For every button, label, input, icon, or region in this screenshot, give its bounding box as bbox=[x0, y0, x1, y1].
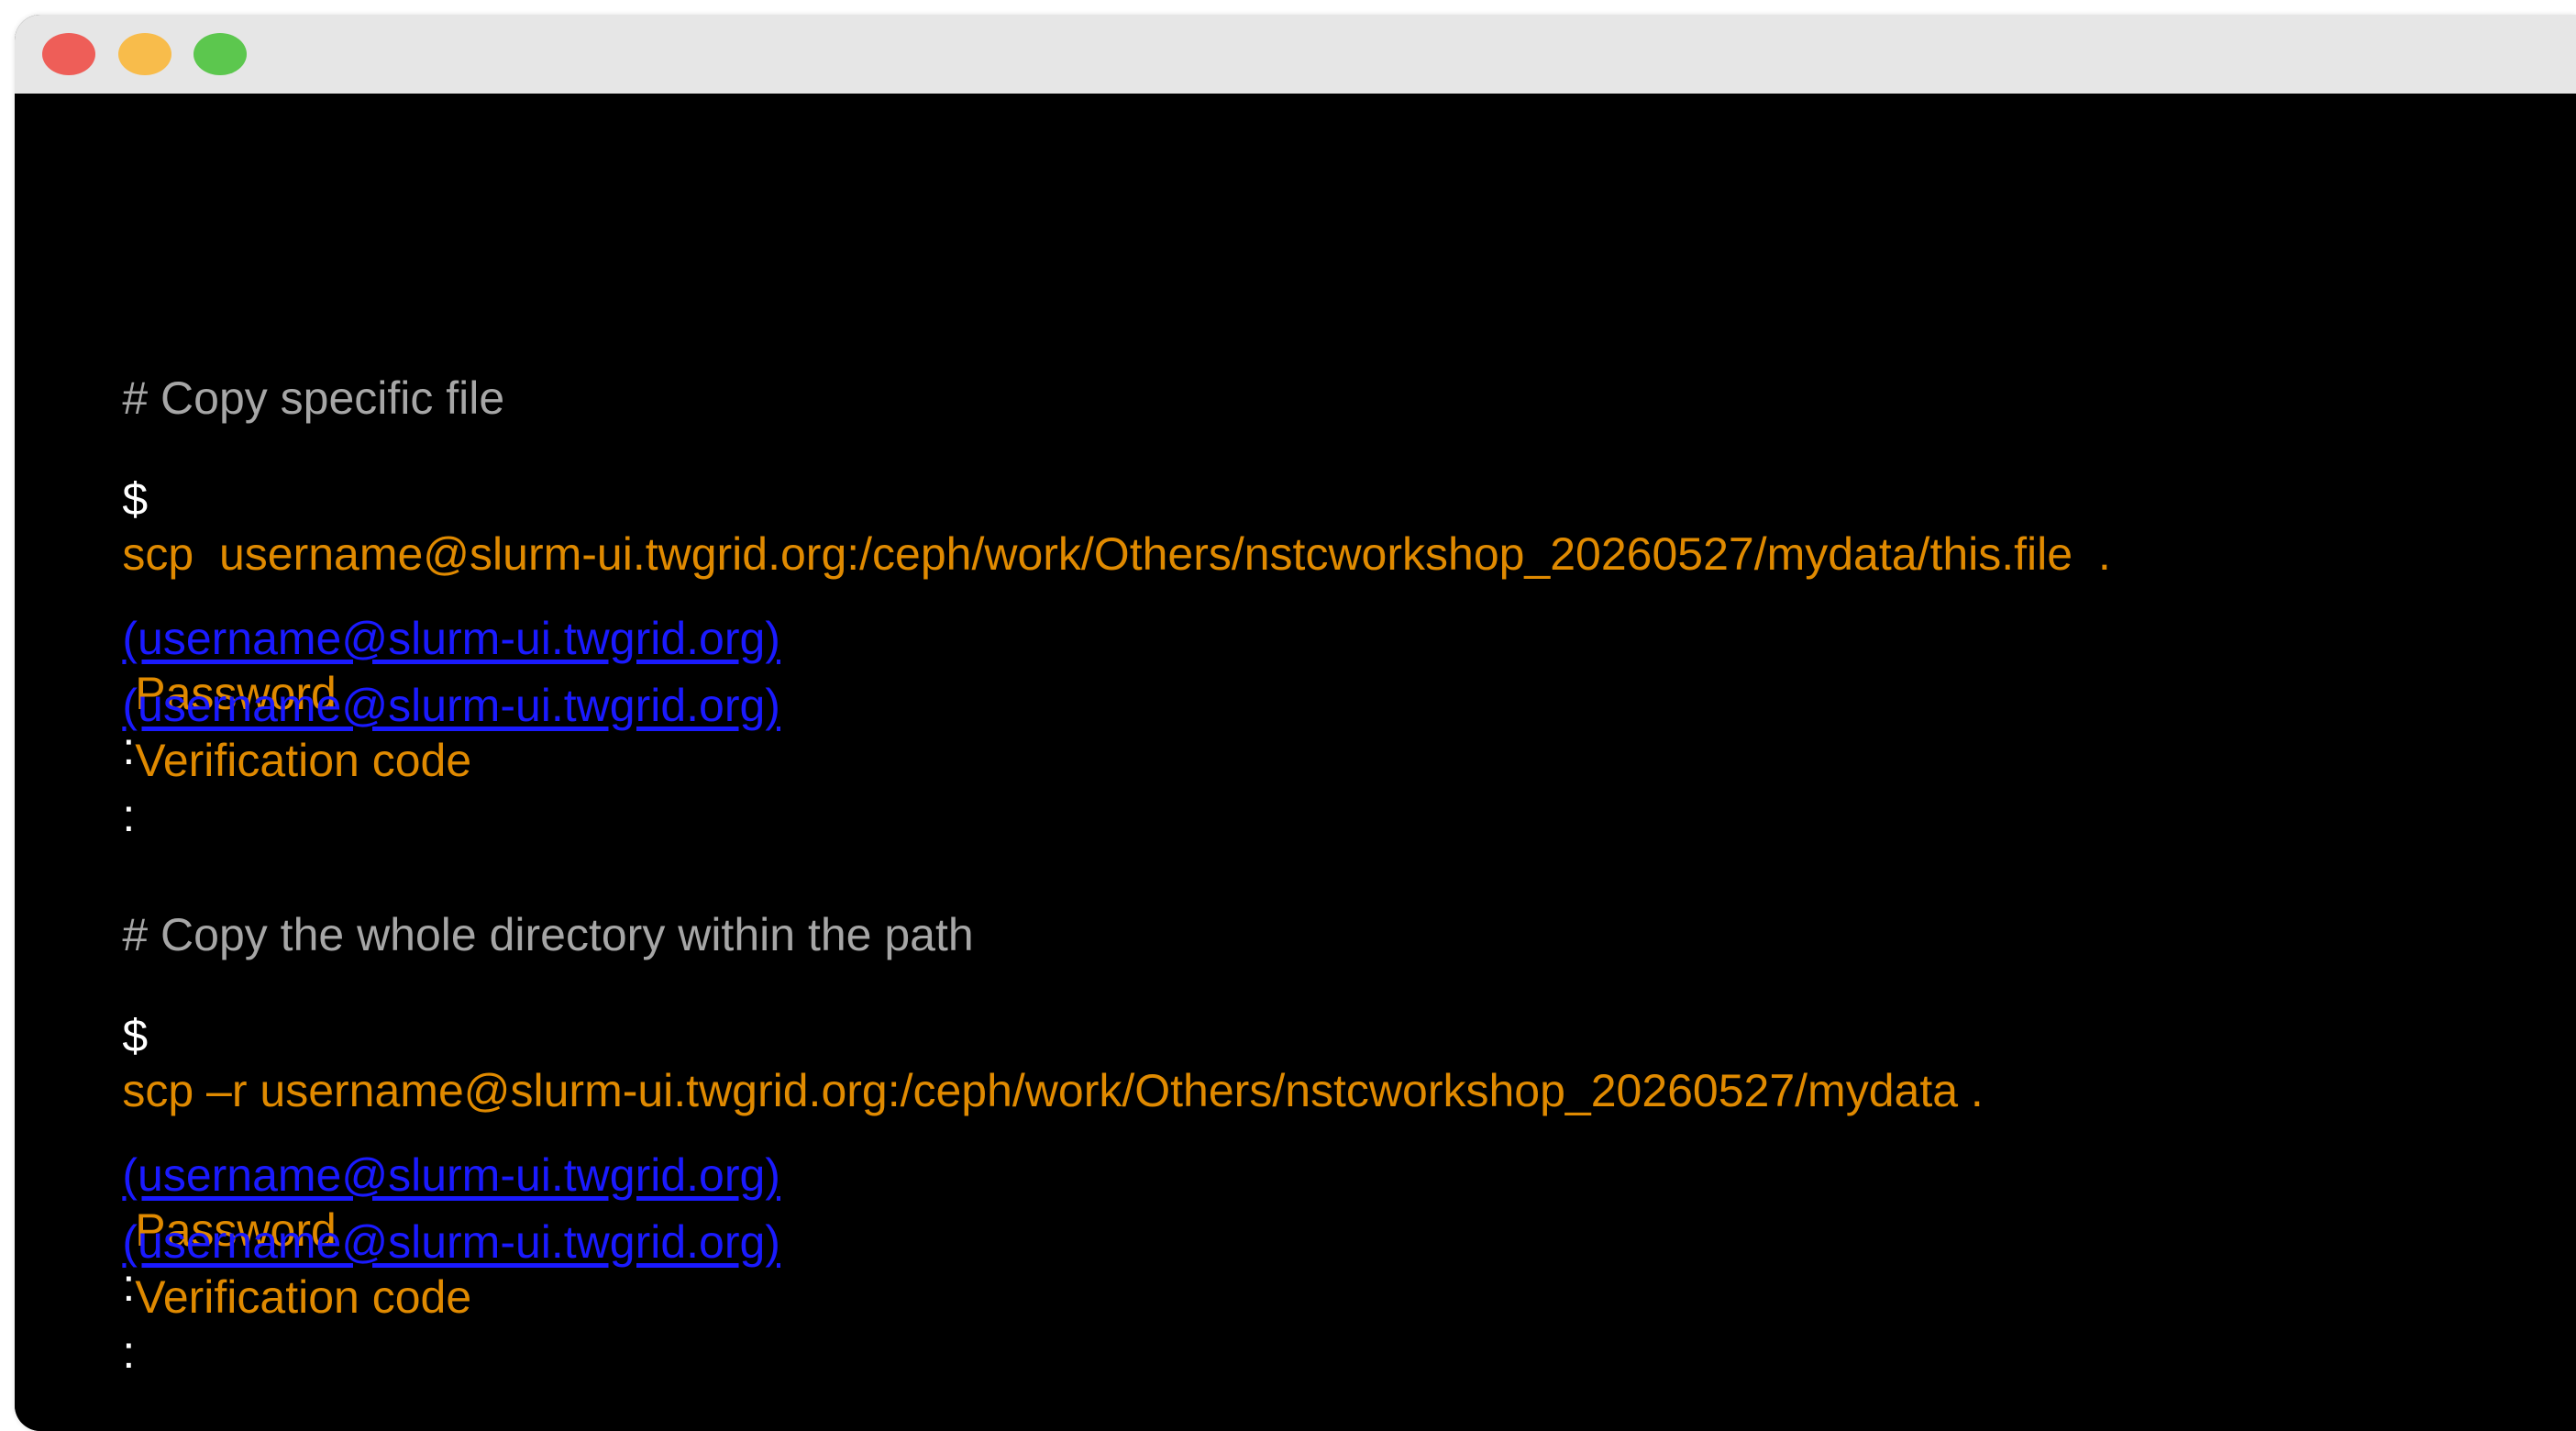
host-link[interactable]: (username@slurm-ui.twgrid.org) bbox=[122, 1216, 780, 1268]
host-link[interactable]: (username@slurm-ui.twgrid.org) bbox=[122, 680, 780, 731]
verification-label: Verification code bbox=[122, 735, 472, 786]
colon: : bbox=[122, 1326, 136, 1378]
title-bar bbox=[15, 15, 2576, 94]
terminal-window: # Copy specific file $ scp username@slur… bbox=[15, 15, 2576, 1431]
terminal-output[interactable]: # Copy specific file $ scp username@slur… bbox=[15, 94, 2576, 1431]
verification-label: Verification code bbox=[122, 1271, 472, 1323]
verification-prompt-line: (username@slurm-ui.twgrid.org) Verificat… bbox=[46, 1159, 780, 1431]
prompt-symbol: $ bbox=[122, 473, 149, 525]
minimize-window-button[interactable] bbox=[118, 33, 171, 75]
colon: : bbox=[122, 790, 136, 841]
prompt-symbol: $ bbox=[122, 1010, 149, 1061]
maximize-window-button[interactable] bbox=[193, 33, 247, 75]
close-window-button[interactable] bbox=[42, 33, 95, 75]
